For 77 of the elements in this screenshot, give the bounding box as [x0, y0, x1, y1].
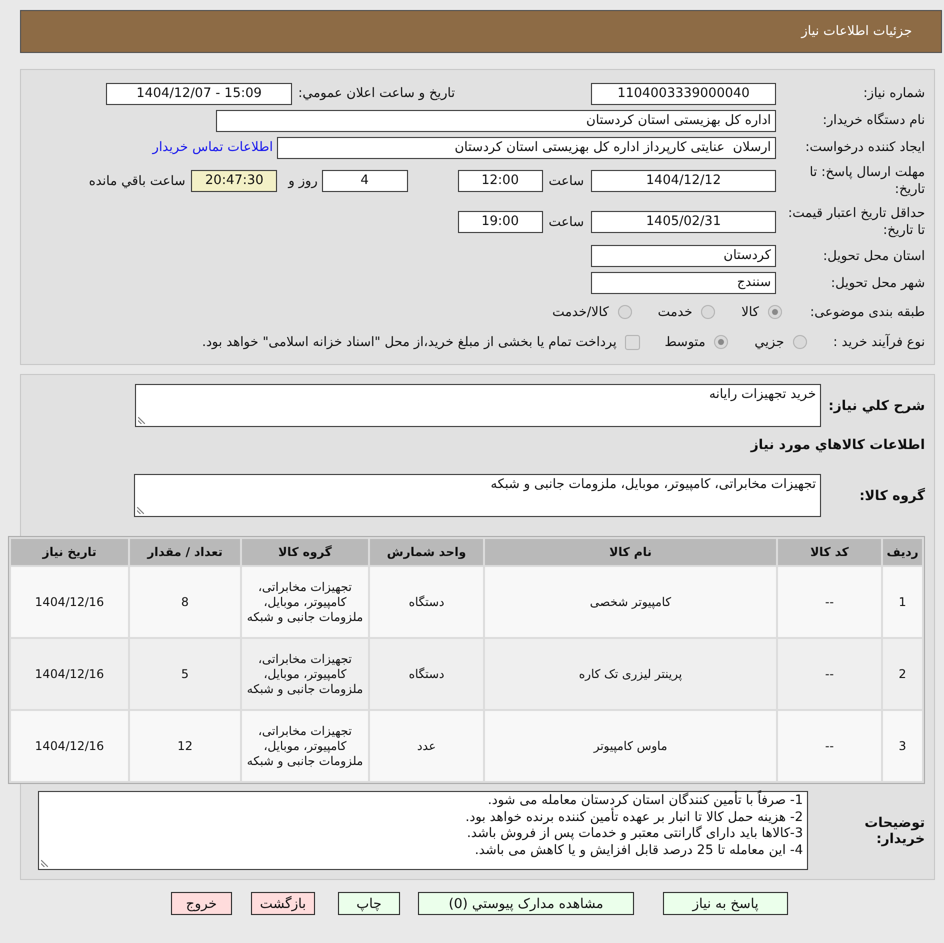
- time-label: ساعت: [548, 174, 584, 188]
- deadline-time-field[interactable]: 12:00: [458, 170, 543, 192]
- resize-grip-icon[interactable]: [138, 417, 145, 424]
- table-cell: 3: [883, 711, 922, 781]
- delivery-city-field[interactable]: سنندج: [591, 272, 776, 294]
- resize-grip-icon[interactable]: [137, 507, 144, 514]
- buyer-notes-label: توضیحات خریدار:: [864, 814, 925, 846]
- table-cell: تجهیزات مخابراتی، کامپیوتر، موبایل، ملزومات جانبی و شبکه: [242, 711, 368, 781]
- column-header: کد کالا: [778, 539, 881, 565]
- days-remaining-field[interactable]: 4: [322, 170, 408, 192]
- time-remaining-label: ساعت باقي مانده: [88, 174, 186, 188]
- delivery-province-field[interactable]: کردستان: [591, 245, 776, 267]
- page-title: جزئیات اطلاعات نیاز: [801, 24, 912, 39]
- days-label: روز و: [288, 174, 318, 188]
- announcement-date-field[interactable]: 1404/12/07 - 15:09: [106, 82, 292, 104]
- table-cell: 1: [883, 567, 922, 637]
- table-cell: --: [778, 711, 881, 781]
- table-cell: 2: [883, 639, 922, 709]
- description-label: شرح کلي نیاز:: [827, 398, 925, 414]
- requester-field[interactable]: ارسلان عنایتی کارپرداز اداره کل بهزیستی استان کردستان: [277, 136, 776, 158]
- table-cell: --: [778, 567, 881, 637]
- reply-deadline-label: مهلت ارسال پاسخ: تا تاریخ:: [808, 164, 925, 198]
- column-header: تاریخ نیاز: [11, 539, 128, 565]
- resize-grip-icon[interactable]: [41, 860, 48, 867]
- table-cell: 5: [130, 639, 240, 709]
- price-validity-label: حداقل تاریخ اعتبار قیمت: تا تاریخ:: [786, 205, 925, 239]
- need-number-field[interactable]: 1104003339000040: [591, 82, 776, 104]
- table-cell: 1404/12/16: [11, 567, 128, 637]
- category-label: طبقه بندی موضوعی:: [810, 304, 925, 320]
- table-cell: ماوس کامپیوتر: [485, 711, 776, 781]
- table-cell: دستگاه: [370, 639, 483, 709]
- back-button[interactable]: بازگشت: [250, 892, 315, 915]
- table-cell: تجهیزات مخابراتی، کامپیوتر، موبایل، ملزومات جانبی و شبکه: [242, 639, 368, 709]
- table-cell: دستگاه: [370, 567, 483, 637]
- table-cell: تجهیزات مخابراتی، کامپیوتر، موبایل، ملزومات جانبی و شبکه: [242, 567, 368, 637]
- column-header: گروه کالا: [242, 539, 368, 565]
- column-header: واحد شمارش: [370, 539, 483, 565]
- reply-button[interactable]: پاسخ به نیاز: [663, 892, 788, 915]
- time-label: ساعت: [548, 214, 584, 230]
- table-cell: پرینتر لیزری تک کاره: [485, 639, 776, 709]
- column-header: ردیف: [883, 539, 922, 565]
- buyer-organization-label: نام دستگاه خریدار:: [822, 112, 925, 129]
- column-header: نام کالا: [485, 539, 776, 565]
- delivery-city-label: شهر محل تحویل:: [830, 274, 925, 292]
- table-cell: 8: [130, 567, 240, 637]
- treasury-payment-label: پرداخت تمام یا بخشی از مبلغ خرید،از محل "اسناد خزانه اسلامی" خواهد بود.: [202, 334, 617, 350]
- table-cell: کامپیوتر شخصی: [485, 567, 776, 637]
- print-button[interactable]: چاپ: [338, 892, 400, 915]
- validity-time-field[interactable]: 19:00: [458, 211, 543, 233]
- table-cell: عدد: [370, 711, 483, 781]
- delivery-province-label: استان محل تحویل:: [822, 248, 925, 264]
- buyer-contact-link[interactable]: اطلاعات تماس خریدار: [152, 140, 273, 155]
- table-cell: 1404/12/16: [11, 711, 128, 781]
- purchase-type-option-label: جزيي: [754, 334, 784, 350]
- deadline-date-field[interactable]: 1404/12/12: [591, 170, 776, 192]
- purchase-type-option-label: متوسط: [664, 334, 706, 350]
- goods-group-label: گروه کالا:: [858, 488, 925, 504]
- column-header: تعداد / مقدار: [130, 539, 240, 565]
- attachments-button[interactable]: مشاهده مدارک پیوستي (0): [418, 892, 634, 915]
- exit-button[interactable]: خروج: [170, 892, 232, 915]
- validity-date-field[interactable]: 1405/02/31: [591, 211, 776, 233]
- requester-label: ایجاد کننده درخواست:: [804, 139, 925, 156]
- goods-info-heading: اطلاعات کالاهاي مورد نیاز: [749, 436, 925, 455]
- buyer-notes-field[interactable]: 1- صرفاً با تأمین کنندگان استان کردستان معامله می شود. 2- هزینه حمل کالا تا انبار بر عهده تأمین کننده برنده خواهد بود. 3-کالاها باید دارای گارانتی معتبر و خدمات پس از فروش باشد. 4- این معامله تا 25 درصد قابل افزایش و یا کاهش می باشد.: [38, 791, 808, 870]
- category-option-label: خدمت: [658, 304, 692, 320]
- purchase-type-label: نوع فرآیند خرید :: [833, 334, 925, 350]
- time-remaining-display[interactable]: 20:47:30: [191, 170, 278, 192]
- table-cell: 1404/12/16: [11, 639, 128, 709]
- description-field[interactable]: خرید تجهیزات رایانه: [135, 384, 821, 427]
- category-option-label: کالا: [741, 304, 759, 320]
- goods-group-field[interactable]: تجهیزات مخابراتی، کامپیوتر، موبایل، ملزومات جانبی و شبکه: [134, 474, 821, 517]
- need-number-label: شماره نیاز:: [862, 85, 925, 102]
- table-cell: 12: [130, 711, 240, 781]
- announcement-date-label: تاریخ و ساعت اعلان عمومي:: [298, 86, 455, 101]
- buyer-organization-field[interactable]: اداره کل بهزیستی استان کردستان: [216, 110, 776, 132]
- category-option-label: کالا/خدمت: [552, 304, 609, 320]
- table-cell: --: [778, 639, 881, 709]
